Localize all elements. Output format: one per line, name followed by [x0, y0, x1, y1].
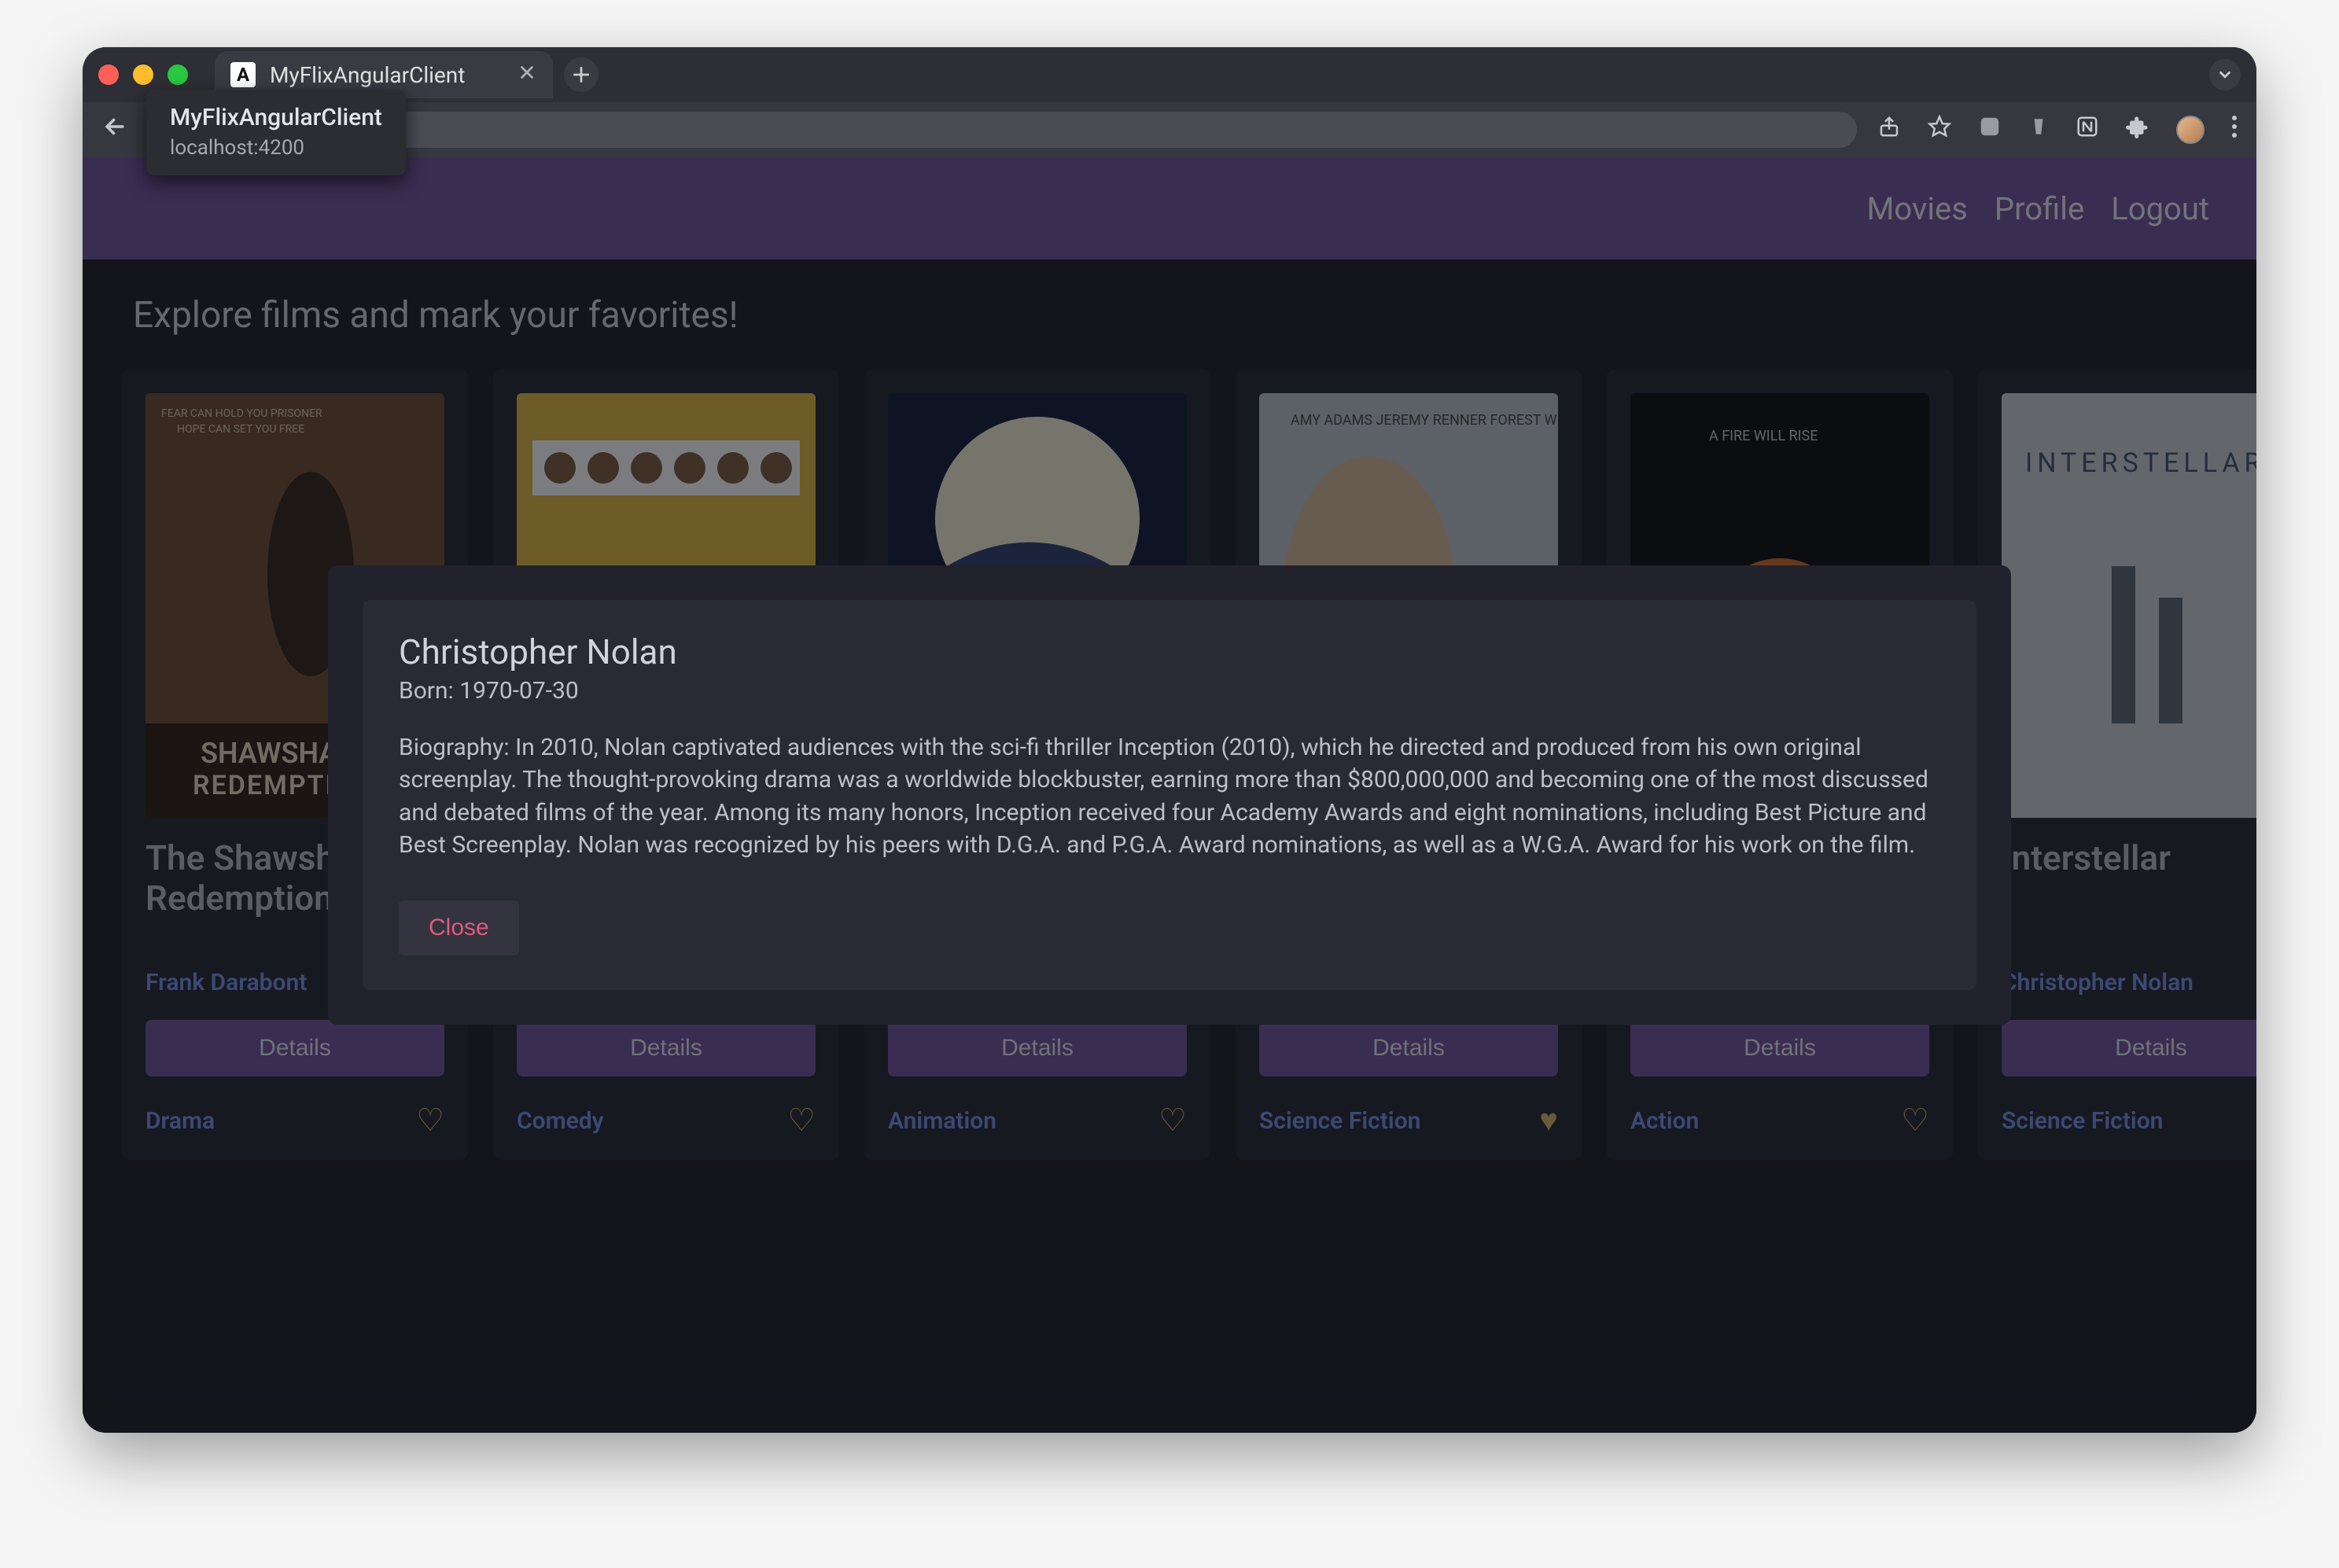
- url-toolbar: [83, 102, 2256, 157]
- close-tab-button[interactable]: [517, 62, 537, 88]
- dialog-biography: Biography: In 2010, Nolan captivated aud…: [399, 731, 1940, 862]
- profile-avatar[interactable]: [2176, 116, 2205, 144]
- dialog-born: Born: 1970-07-30: [399, 677, 1940, 705]
- back-button[interactable]: [101, 113, 128, 146]
- dialog-title: Christopher Nolan: [399, 631, 1940, 672]
- tab-favicon: A: [230, 62, 256, 87]
- app-viewport: Movies Profile Logout Explore films and …: [83, 157, 2256, 1433]
- extensions-puzzle-icon[interactable]: [2126, 115, 2149, 145]
- window-controls: [98, 64, 188, 85]
- extension-icon-1[interactable]: [1978, 115, 2002, 145]
- kebab-menu-icon[interactable]: [2231, 115, 2238, 145]
- address-bar[interactable]: [248, 112, 1857, 148]
- close-window-button[interactable]: [98, 64, 119, 85]
- new-tab-button[interactable]: [564, 57, 599, 92]
- browser-window: A MyFlixAngularClient: [83, 47, 2256, 1433]
- director-dialog: Christopher Nolan Born: 1970-07-30 Biogr…: [328, 565, 2011, 1025]
- maximize-window-button[interactable]: [168, 64, 188, 85]
- bookmark-star-icon[interactable]: [1928, 115, 1951, 145]
- tooltip-url: localhost:4200: [170, 136, 382, 160]
- tab-list-button[interactable]: [2209, 59, 2241, 90]
- tab-bar: A MyFlixAngularClient: [83, 47, 2256, 102]
- extension-icon-2[interactable]: [2028, 115, 2049, 145]
- extension-icon-3[interactable]: [2076, 115, 2099, 145]
- minimize-window-button[interactable]: [133, 64, 153, 85]
- tab-title: MyFlixAngularClient: [270, 62, 465, 88]
- close-dialog-button[interactable]: Close: [399, 900, 519, 955]
- share-icon[interactable]: [1877, 115, 1901, 145]
- tooltip-title: MyFlixAngularClient: [170, 104, 382, 131]
- tab-tooltip: MyFlixAngularClient localhost:4200: [146, 90, 406, 175]
- modal-overlay[interactable]: Christopher Nolan Born: 1970-07-30 Biogr…: [83, 157, 2256, 1433]
